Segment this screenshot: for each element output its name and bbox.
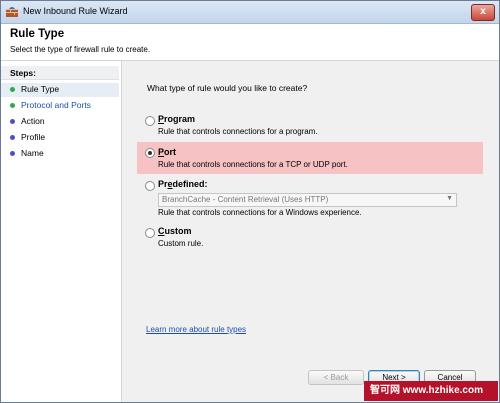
main-content: What type of rule would you like to crea… — [122, 61, 499, 402]
step-label: Profile — [21, 132, 46, 142]
wizard-header: Rule Type Select the type of firewall ru… — [1, 24, 499, 61]
steps-sidebar: Steps: Rule Type Protocol and Ports Acti… — [1, 61, 122, 402]
option-custom[interactable]: Custom Custom rule. — [137, 225, 483, 251]
port-label: Port — [158, 147, 177, 157]
step-action[interactable]: Action — [1, 115, 119, 129]
program-radio[interactable] — [145, 116, 155, 126]
firewall-icon — [6, 7, 18, 17]
step-pending-dot-icon — [10, 151, 15, 156]
port-radio[interactable] — [145, 148, 155, 158]
step-pending-dot-icon — [10, 135, 15, 140]
option-port[interactable]: Port Rule that controls connections for … — [137, 142, 483, 174]
step-complete-dot-icon — [10, 103, 15, 108]
title-bar: New Inbound Rule Wizard x — [1, 1, 499, 24]
custom-label: Custom — [158, 226, 192, 236]
step-label: Action — [21, 116, 45, 126]
step-label: Protocol and Ports — [21, 100, 91, 110]
custom-radio[interactable] — [145, 228, 155, 238]
predefined-dropdown-value: BranchCache - Content Retrieval (Uses HT… — [162, 195, 329, 204]
close-button[interactable]: x — [471, 4, 495, 21]
predefined-description-row: Rule that controls connections for a Win… — [137, 207, 483, 219]
step-profile[interactable]: Profile — [1, 131, 119, 145]
predefined-description: Rule that controls connections for a Win… — [158, 208, 362, 217]
predefined-radio[interactable] — [145, 181, 155, 191]
predefined-dropdown[interactable]: BranchCache - Content Retrieval (Uses HT… — [158, 193, 457, 207]
step-pending-dot-icon — [10, 119, 15, 124]
wizard-window: New Inbound Rule Wizard x Rule Type Sele… — [0, 0, 500, 403]
port-description: Rule that controls connections for a TCP… — [158, 160, 348, 169]
site-watermark: 智可网 www.hzhike.com — [364, 381, 498, 401]
steps-heading-bar: Steps: — [1, 66, 119, 80]
step-label: Rule Type — [21, 84, 60, 94]
window-title: New Inbound Rule Wizard — [23, 6, 128, 16]
steps-heading: Steps: — [10, 68, 36, 78]
step-name[interactable]: Name — [1, 147, 119, 161]
step-rule-type[interactable]: Rule Type — [1, 83, 119, 97]
program-description: Rule that controls connections for a pro… — [158, 127, 318, 136]
step-label: Name — [21, 148, 44, 158]
page-subtitle: Select the type of firewall rule to crea… — [10, 45, 151, 54]
page-title: Rule Type — [10, 28, 65, 40]
custom-description: Custom rule. — [158, 239, 204, 248]
learn-more-link[interactable]: Learn more about rule types — [146, 325, 246, 334]
option-program[interactable]: Program Rule that controls connections f… — [137, 113, 483, 139]
step-protocol-and-ports[interactable]: Protocol and Ports — [1, 99, 119, 113]
back-button[interactable]: < Back — [308, 370, 364, 385]
program-label: Program — [158, 114, 196, 124]
predefined-label: Predefined: — [158, 179, 208, 189]
chevron-down-icon[interactable]: ▼ — [446, 195, 453, 202]
option-predefined[interactable]: Predefined: — [137, 178, 483, 192]
rule-type-question: What type of rule would you like to crea… — [147, 83, 308, 93]
step-complete-dot-icon — [10, 87, 15, 92]
